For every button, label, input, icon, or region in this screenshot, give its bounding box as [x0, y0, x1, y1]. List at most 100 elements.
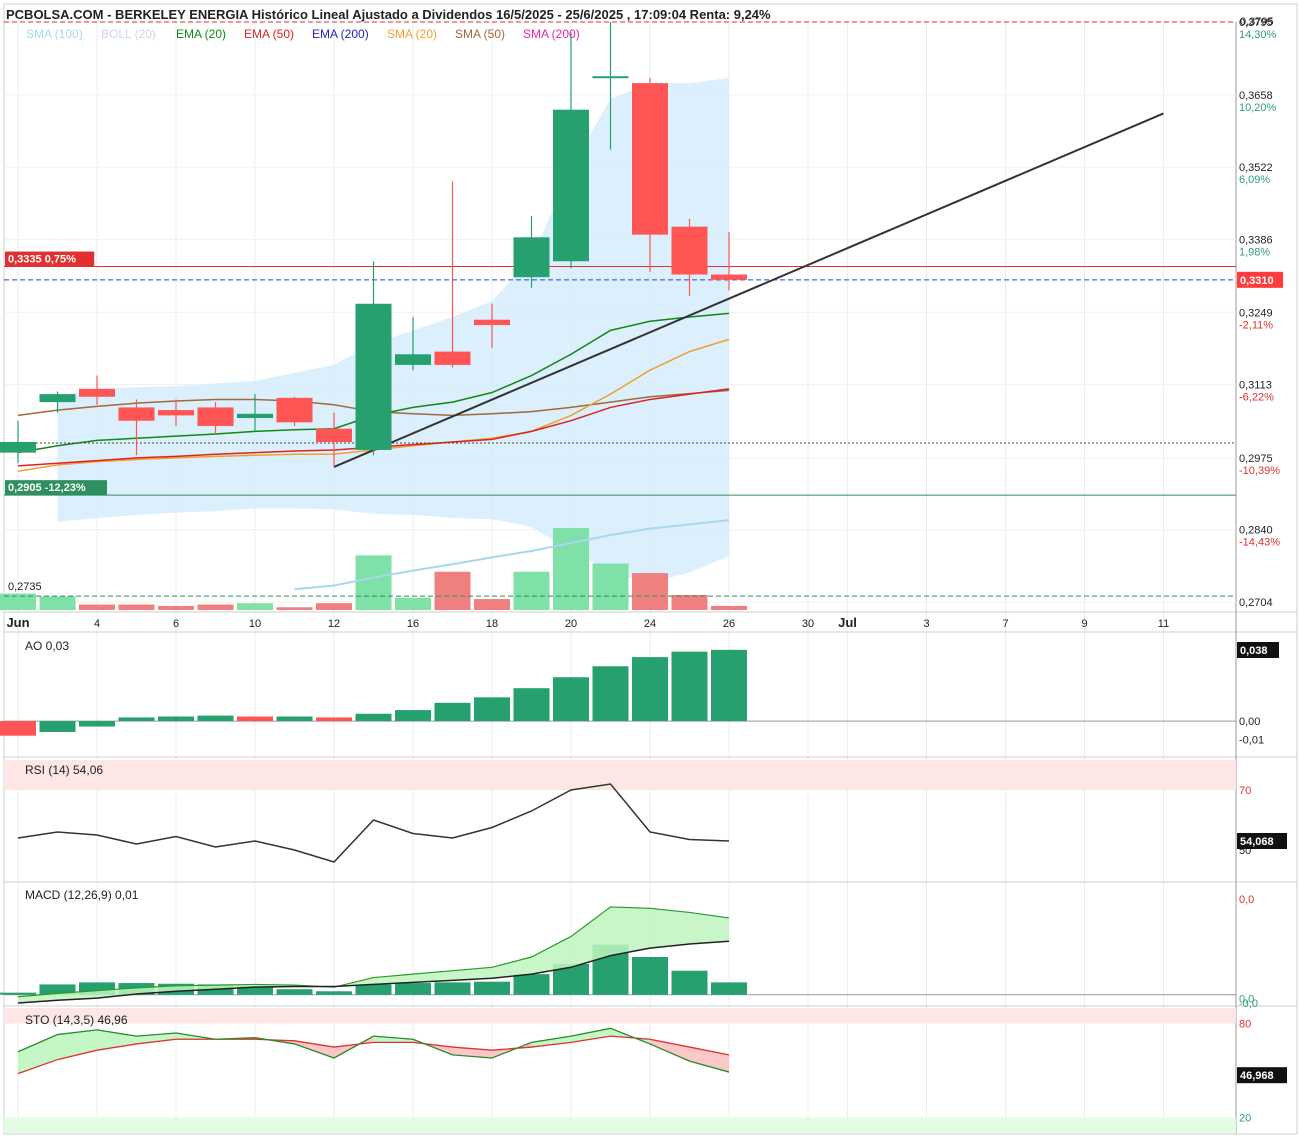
candle-body — [197, 407, 234, 427]
legend-entry: SMA (200) — [523, 27, 580, 41]
ao-bar — [0, 721, 36, 736]
sto-title: STO (14,3,5) 46,96 — [25, 1013, 128, 1027]
ao-bar — [513, 688, 550, 722]
ao-panel: 0,00 -0,01 0,038 AO 0,03 — [0, 639, 1279, 746]
bollinger-band — [57, 77, 729, 583]
x-tick-label: Jun — [6, 615, 29, 630]
top-tick-label: 0,3795 — [1240, 16, 1274, 28]
candle-body — [355, 303, 392, 450]
volume-bar — [118, 604, 155, 610]
x-tick-label: 7 — [1002, 618, 1008, 630]
price-tick-label: 0,3522 — [1239, 162, 1273, 174]
ao-bar — [79, 721, 115, 727]
candle-body — [79, 388, 115, 397]
candle-body — [592, 76, 629, 79]
legend-entry: EMA (20) — [176, 27, 226, 41]
x-tick-label: 18 — [486, 618, 498, 630]
ao-bar — [553, 677, 589, 722]
ao-bar — [316, 717, 352, 722]
volume-bar — [632, 573, 668, 610]
ao-bar — [592, 666, 629, 722]
macd-title: MACD (12,26,9) 0,01 — [25, 888, 139, 902]
pct-tick-label: -10,39% — [1239, 465, 1280, 477]
x-tick-label: 9 — [1081, 618, 1087, 630]
volume-bar — [711, 605, 747, 610]
rsi-tick-label: 70 — [1239, 785, 1251, 797]
x-tick-label: 26 — [723, 618, 735, 630]
price-level-label: 0,3335 0,75% — [8, 254, 76, 266]
macd-tick-label: -0,0 — [1239, 998, 1258, 1010]
x-tick-label: 6 — [173, 618, 179, 630]
candle-body — [632, 83, 668, 235]
volume-bar — [513, 571, 550, 610]
macd-top-label: 0,0 — [1239, 894, 1254, 906]
x-tick-label: 24 — [644, 618, 656, 630]
ao-bar — [711, 649, 747, 722]
macd-histogram-bar — [276, 989, 313, 995]
candle-body — [158, 410, 194, 416]
candle-body — [118, 407, 155, 421]
volume-bar — [316, 603, 352, 610]
low-price-label: 0,2735 — [8, 581, 42, 593]
x-tick-label: 4 — [94, 618, 100, 630]
candle-body — [276, 397, 313, 423]
macd-histogram-bar — [632, 957, 668, 995]
sto-overbought-band — [4, 1008, 1236, 1024]
rsi-panel: 705054,068RSI (14) 54,06 — [4, 760, 1287, 863]
sto-oversold-band — [4, 1117, 1236, 1133]
volume-bar — [355, 555, 392, 610]
candle-body — [474, 319, 510, 326]
trendline — [333, 112, 1164, 468]
x-tick-label: 12 — [328, 618, 340, 630]
x-tick-label: 20 — [565, 618, 577, 630]
pct-tick-label: -14,43% — [1239, 537, 1280, 549]
candle-body — [0, 441, 36, 453]
price-tick-label: 0,3113 — [1239, 380, 1272, 392]
pct-tick-label: 14,30% — [1239, 29, 1277, 41]
price-tick-label: 0,3249 — [1239, 307, 1273, 319]
ao-bar — [276, 716, 313, 722]
x-tick-label: 3 — [923, 618, 929, 630]
pct-tick-label: -2,11% — [1239, 319, 1273, 331]
legend-entry: SMA (50) — [455, 27, 505, 41]
indicator-legend: SMA (100) BOLL (20) EMA (20) EMA (50) EMA (2… — [26, 27, 580, 41]
legend-entry: BOLL (20) — [101, 27, 156, 41]
macd-histogram-bar — [474, 981, 510, 995]
rsi-last-label: 54,068 — [1240, 836, 1274, 848]
ao-tick-label: 0,00 — [1239, 716, 1260, 728]
ao-bar — [671, 651, 708, 722]
macd-histogram-bar — [395, 983, 431, 995]
ao-bar — [395, 710, 431, 722]
price-tick-label: 0,2704 — [1239, 597, 1273, 609]
volume-bar — [395, 597, 431, 610]
price-panel: 0,379514,30% 0,365810,20% 0,35226,09% 0,338… — [0, 17, 1283, 630]
volume-bar — [276, 607, 313, 610]
macd-histogram-bar — [316, 991, 352, 995]
candle-body — [671, 226, 708, 275]
ao-bar — [434, 702, 471, 722]
pct-tick-label: 1,98% — [1239, 246, 1270, 258]
candle-body — [395, 354, 431, 365]
volume-bar — [197, 604, 234, 610]
legend-entry: SMA (20) — [387, 27, 437, 41]
macd-histogram-bar — [0, 992, 36, 995]
ao-bar — [237, 716, 273, 722]
macd-histogram-bar — [355, 984, 392, 995]
candle-body — [513, 237, 550, 278]
macd-panel: 0,00,0-0,0MACD (12,26,9) 0,01 — [0, 888, 1258, 1010]
ao-bar — [632, 657, 668, 722]
price-tick-label: 0,2975 — [1239, 453, 1273, 465]
rsi-line — [17, 783, 730, 863]
sto-tick-label: 80 — [1239, 1019, 1251, 1031]
legend-entry: EMA (200) — [312, 27, 369, 41]
legend-entry: EMA (50) — [244, 27, 294, 41]
sto-panel: 80 20 46,968 STO (14,3,5) 46,96 — [4, 1008, 1287, 1133]
legend-entry: SMA (100) — [26, 27, 83, 41]
volume-bar — [79, 604, 115, 610]
candle-body — [434, 351, 471, 365]
x-tick-label: 16 — [407, 618, 419, 630]
candle-body — [711, 274, 747, 280]
volume-bar — [671, 594, 708, 610]
volume-bar — [237, 603, 273, 610]
ao-tick-label: -0,01 — [1239, 734, 1264, 746]
